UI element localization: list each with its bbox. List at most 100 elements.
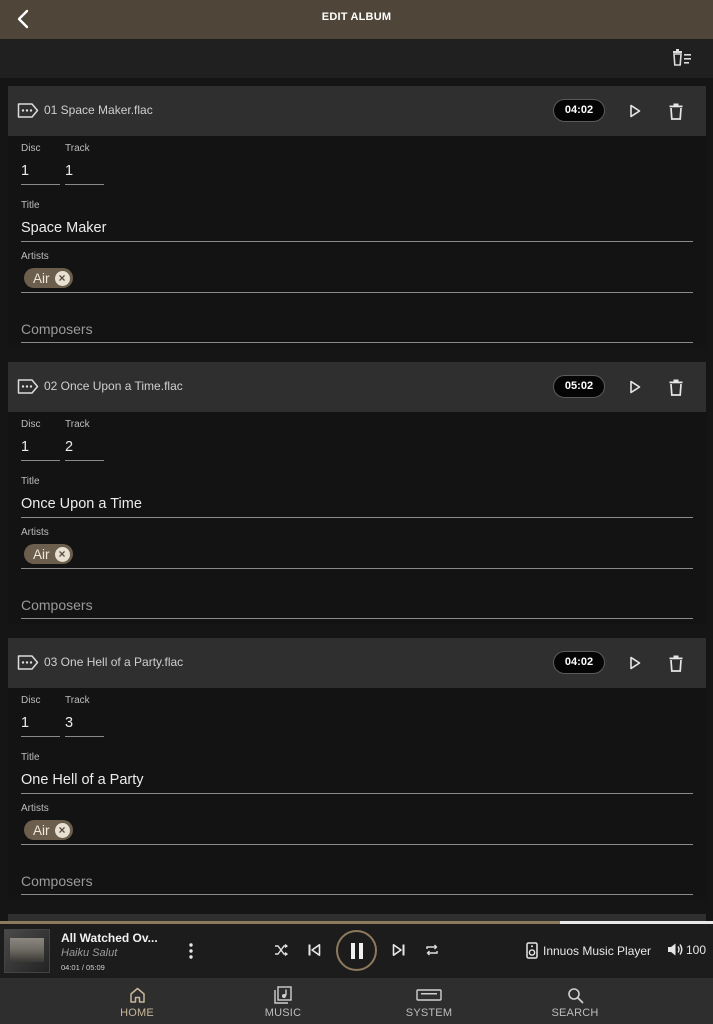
composers-input[interactable]: Composers: [21, 317, 693, 343]
delete-list-icon: [673, 49, 691, 66]
toolbar: [0, 39, 713, 78]
next-button[interactable]: [390, 940, 408, 960]
now-playing-title[interactable]: All Watched Ov...: [61, 931, 169, 945]
disc-label: Disc: [21, 695, 41, 706]
disc-label: Disc: [21, 419, 41, 430]
now-playing-time: 04:01 / 05:09: [61, 963, 105, 972]
top-bar: EDIT ALBUM: [0, 0, 713, 39]
music-library-icon: [274, 986, 292, 1004]
play-icon: [630, 380, 641, 394]
track-label: Track: [65, 695, 90, 706]
track-label: Track: [65, 419, 90, 430]
device-name: Innuos Music Player: [543, 943, 652, 958]
remove-chip-icon[interactable]: ×: [54, 270, 70, 286]
artists-input[interactable]: [21, 543, 693, 569]
artist-chip-label: Air: [33, 270, 50, 286]
artist-chip-label: Air: [33, 822, 50, 838]
duration-badge: 04:02: [553, 99, 605, 122]
artist-chip-label: Air: [33, 546, 50, 562]
clear-all-button[interactable]: [671, 48, 693, 68]
track-card-header: 03 One Hell of a Party.flac 04:02: [8, 638, 706, 688]
title-input[interactable]: Once Upon a Time: [21, 492, 693, 518]
volume-value: 100: [686, 942, 707, 957]
skip-previous-icon: [308, 944, 321, 956]
remove-chip-icon[interactable]: ×: [54, 822, 70, 838]
repeat-icon: [426, 944, 438, 956]
artists-input[interactable]: [21, 267, 693, 293]
file-name: 01 Space Maker.flac: [44, 103, 153, 117]
track-card: 03 One Hell of a Party.flac 04:02 Disc T…: [8, 638, 706, 900]
shuffle-button[interactable]: [272, 941, 290, 959]
duration-badge: 05:02: [553, 375, 605, 398]
previous-button[interactable]: [305, 940, 323, 960]
delete-track-button[interactable]: [666, 651, 686, 675]
delete-track-button[interactable]: [666, 99, 686, 123]
volume-control[interactable]: 100: [667, 942, 706, 957]
artists-label: Artists: [21, 251, 49, 262]
repeat-button[interactable]: [423, 941, 441, 959]
artist-chip[interactable]: Air ×: [24, 268, 73, 288]
artists-input[interactable]: [21, 819, 693, 845]
artist-chip[interactable]: Air ×: [24, 544, 73, 564]
track-card-header: 02 Once Upon a Time.flac 05:02: [8, 362, 706, 412]
play-track-button[interactable]: [625, 652, 645, 674]
disc-input[interactable]: 1: [21, 711, 60, 737]
composers-input[interactable]: Composers: [21, 593, 693, 619]
play-icon: [630, 104, 641, 118]
nav-home[interactable]: HOME: [87, 978, 187, 1024]
volume-icon: [668, 943, 683, 956]
shuffle-icon: [275, 944, 288, 956]
remove-chip-icon[interactable]: ×: [54, 546, 70, 562]
track-list[interactable]: 01 Space Maker.flac 04:02 Disc Track 1 1…: [0, 78, 713, 921]
now-playing-bar: All Watched Ov... Haiku Salut 04:01 / 05…: [0, 924, 713, 978]
page-title: EDIT ALBUM: [321, 11, 392, 23]
duration-badge: 04:02: [553, 651, 605, 674]
nav-search[interactable]: SEARCH: [525, 978, 625, 1024]
artist-chip[interactable]: Air ×: [24, 820, 73, 840]
more-vertical-icon: [189, 943, 193, 959]
track-input[interactable]: 3: [65, 711, 104, 737]
home-icon: [129, 987, 145, 1003]
file-name: 03 One Hell of a Party.flac: [44, 655, 184, 669]
track-card: 02 Once Upon a Time.flac 05:02 Disc Trac…: [8, 362, 706, 624]
system-icon: [416, 989, 442, 1001]
play-track-button[interactable]: [625, 100, 645, 122]
nav-label: SEARCH: [551, 1007, 599, 1019]
bottom-navigation: HOME MUSIC SYSTEM SEARCH: [0, 978, 713, 1024]
trash-icon: [669, 103, 683, 120]
artists-label: Artists: [21, 803, 49, 814]
output-device-selector[interactable]: Innuos Music Player: [526, 942, 651, 959]
trash-icon: [669, 655, 683, 672]
disc-input[interactable]: 1: [21, 159, 60, 185]
title-input[interactable]: One Hell of a Party: [21, 768, 693, 794]
disc-label: Disc: [21, 143, 41, 154]
track-input[interactable]: 2: [65, 435, 104, 461]
track-input[interactable]: 1: [65, 159, 104, 185]
nav-label: SYSTEM: [405, 1007, 453, 1019]
speaker-icon: [526, 942, 538, 959]
audio-file-icon: [17, 655, 39, 670]
audio-file-icon: [17, 103, 39, 118]
track-card-header: [8, 914, 706, 921]
delete-track-button[interactable]: [666, 375, 686, 399]
more-options-button[interactable]: [185, 940, 197, 962]
nav-system[interactable]: SYSTEM: [379, 978, 479, 1024]
audio-file-icon: [17, 379, 39, 394]
nav-label: HOME: [120, 1007, 154, 1019]
title-input[interactable]: Space Maker: [21, 216, 693, 242]
file-name: 02 Once Upon a Time.flac: [44, 379, 183, 393]
disc-input[interactable]: 1: [21, 435, 60, 461]
nav-music[interactable]: MUSIC: [233, 978, 333, 1024]
composers-input[interactable]: Composers: [21, 869, 693, 895]
nav-label: MUSIC: [264, 1007, 302, 1019]
album-art[interactable]: [4, 929, 50, 973]
play-icon: [630, 656, 641, 670]
now-playing-artist: Haiku Salut: [61, 947, 118, 959]
play-track-button[interactable]: [625, 376, 645, 398]
search-icon: [567, 987, 583, 1003]
track-card-header: 01 Space Maker.flac 04:02: [8, 86, 706, 136]
artists-label: Artists: [21, 527, 49, 538]
title-label: Title: [21, 752, 40, 763]
play-pause-button[interactable]: [336, 930, 377, 971]
skip-next-icon: [392, 944, 405, 956]
